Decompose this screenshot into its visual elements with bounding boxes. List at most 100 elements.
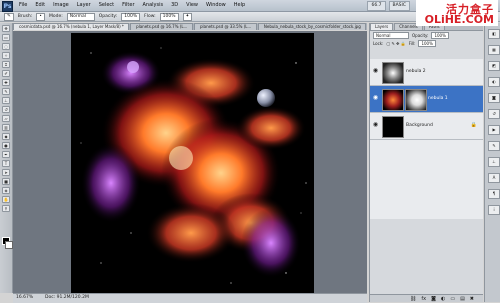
brush-label: Brush: — [17, 14, 33, 19]
color-panel-icon[interactable]: ◧ — [488, 29, 500, 39]
brushes-panel-icon[interactable]: ✎ — [488, 141, 500, 151]
layer-name: Background — [406, 123, 433, 128]
hand-tool-icon[interactable]: ✋ — [2, 196, 10, 203]
workspace-button[interactable]: BASIC — [388, 1, 410, 11]
lasso-tool-icon[interactable]: ◌ — [2, 43, 10, 50]
layer-style-icon[interactable]: fx — [421, 296, 426, 302]
menu-filter[interactable]: Filter — [118, 2, 138, 9]
layer-row-background[interactable]: ◉ Background 🔒 — [370, 113, 483, 140]
menu-layer[interactable]: Layer — [73, 2, 95, 9]
zoom-tool-icon[interactable]: ⚲ — [2, 205, 10, 212]
styles-panel-icon[interactable]: ◩ — [488, 61, 500, 71]
quick-select-tool-icon[interactable]: ✧ — [2, 52, 10, 59]
3d-tool-icon[interactable]: ◈ — [2, 187, 10, 194]
menu-file[interactable]: File — [15, 2, 31, 9]
layer-name: nebula 2 — [406, 69, 426, 74]
panel-opacity-label: Opacity: — [412, 32, 429, 38]
lock-icons[interactable]: ▢ ✎ ✥ 🔒 — [386, 41, 405, 46]
swatches-panel-icon[interactable]: ▦ — [488, 45, 500, 55]
marquee-tool-icon[interactable]: ▭ — [2, 34, 10, 41]
adjustments-panel-icon[interactable]: ◐ — [488, 77, 500, 87]
layer-name: nebula 1 — [428, 96, 448, 101]
masks-panel-icon[interactable]: ◙ — [488, 93, 500, 103]
pen-tool-icon[interactable]: ✒ — [2, 151, 10, 158]
history-brush-tool-icon[interactable]: ↺ — [2, 106, 10, 113]
document-size: Doc: 91.2M/120.2M — [45, 295, 89, 300]
eye-icon[interactable]: ◉ — [372, 67, 379, 75]
menu-image[interactable]: Image — [49, 2, 73, 9]
doc-tab-cosmicdata[interactable]: cosmicdata.psd @ 16.7% (nebula 1, Layer … — [13, 23, 130, 30]
add-mask-icon[interactable]: ◙ — [431, 296, 436, 302]
doc-tab-planets-2[interactable]: planets.psd @ 33.5% (L... — [193, 23, 257, 30]
watermark-english: OLiHE.COM — [424, 13, 494, 26]
layer-thumbnail — [382, 116, 404, 138]
doc-tab-nebula-stock[interactable]: Nebula_nebula_stock_by_cosmicfolder_stoc… — [257, 23, 366, 30]
tab-layers[interactable]: Layers — [370, 23, 394, 30]
menu-help[interactable]: Help — [230, 2, 249, 9]
blend-mode-select[interactable]: Normal — [373, 31, 409, 39]
character-panel-icon[interactable]: A — [488, 173, 500, 183]
layer-thumbnail — [382, 89, 404, 111]
gradient-tool-icon[interactable]: ▥ — [2, 124, 10, 131]
airbrush-icon[interactable]: ✦ — [182, 12, 193, 21]
opacity-label: Opacity: — [98, 14, 118, 19]
lock-icon: 🔒 — [470, 122, 477, 128]
layer-row-nebula-2[interactable]: ◉ nebula 2 — [370, 59, 483, 86]
fill-input[interactable]: 100% — [418, 39, 436, 47]
menu-3d[interactable]: 3D — [167, 2, 182, 9]
opacity-input[interactable]: 100% — [121, 12, 141, 21]
new-group-icon[interactable]: ▭ — [450, 296, 455, 302]
shape-tool-icon[interactable]: ■ — [2, 178, 10, 185]
eye-icon[interactable]: ◉ — [372, 121, 379, 129]
doc-tab-planets-1[interactable]: planets.psd @ 16.7% (L... — [130, 23, 193, 30]
eye-icon[interactable]: ◉ — [372, 94, 379, 102]
lock-label: Lock: — [373, 40, 384, 46]
brush-tool-icon[interactable]: ✎ — [2, 88, 10, 95]
stamp-tool-icon[interactable]: ⊥ — [2, 97, 10, 104]
delete-layer-icon[interactable]: ✖ — [470, 296, 474, 302]
fill-label: Fill: — [408, 40, 416, 46]
menu-analysis[interactable]: Analysis — [139, 2, 168, 9]
new-layer-icon[interactable]: ▤ — [460, 296, 465, 302]
link-layers-icon[interactable]: ⛓ — [410, 296, 416, 302]
document-tabs: cosmicdata.psd @ 16.7% (nebula 1, Layer … — [13, 23, 367, 30]
layer-thumbnail — [382, 62, 404, 84]
paragraph-panel-icon[interactable]: ¶ — [488, 189, 500, 199]
dodge-tool-icon[interactable]: ● — [2, 142, 10, 149]
document-canvas[interactable] — [71, 33, 314, 293]
type-tool-icon[interactable]: T — [2, 160, 10, 167]
adjustment-icon[interactable]: ◐ — [441, 296, 445, 302]
zoom-level-button[interactable]: 66.7 — [367, 1, 386, 11]
history-panel-icon[interactable]: ↺ — [488, 109, 500, 119]
document-area — [13, 31, 367, 293]
watermark-logo: 活力盒子 OLiHE.COM — [416, 0, 498, 26]
menu-select[interactable]: Select — [95, 2, 118, 9]
layer-mask-thumbnail[interactable] — [405, 89, 427, 111]
flow-input[interactable]: 100% — [159, 12, 179, 21]
actions-panel-icon[interactable]: ▶ — [488, 125, 500, 135]
flow-label: Flow: — [144, 14, 156, 19]
eyedropper-tool-icon[interactable]: ✐ — [2, 70, 10, 77]
menu-view[interactable]: View — [182, 2, 202, 9]
background-color-swatch[interactable] — [5, 241, 13, 249]
blur-tool-icon[interactable]: ◆ — [2, 133, 10, 140]
panel-opacity-input[interactable]: 100% — [431, 31, 449, 39]
crop-tool-icon[interactable]: ⌗ — [2, 61, 10, 68]
path-select-tool-icon[interactable]: ➤ — [2, 169, 10, 176]
brush-size-picker[interactable]: • — [36, 12, 45, 21]
brush-tool-icon[interactable]: ✎ — [4, 12, 14, 21]
zoom-readout[interactable]: 16.67% — [16, 294, 33, 302]
photoshop-logo: Ps — [2, 1, 13, 12]
eraser-tool-icon[interactable]: ▱ — [2, 115, 10, 122]
mode-select[interactable]: Normal — [66, 12, 95, 21]
healing-tool-icon[interactable]: ✚ — [2, 79, 10, 86]
mode-label: Mode: — [48, 14, 63, 19]
move-tool-icon[interactable]: ✥ — [2, 25, 10, 32]
info-panel-icon[interactable]: i — [488, 205, 500, 215]
menu-edit[interactable]: Edit — [31, 2, 49, 9]
layers-list: ◉ nebula 2 ◉ nebula 1 ◉ Background 🔒 — [370, 59, 483, 219]
layer-row-nebula-1[interactable]: ◉ nebula 1 — [370, 86, 483, 113]
layers-footer: ⛓ fx ◙ ◐ ▭ ▤ ✖ — [370, 294, 483, 302]
clone-source-panel-icon[interactable]: ⊥ — [488, 157, 500, 167]
menu-window[interactable]: Window — [202, 2, 230, 9]
